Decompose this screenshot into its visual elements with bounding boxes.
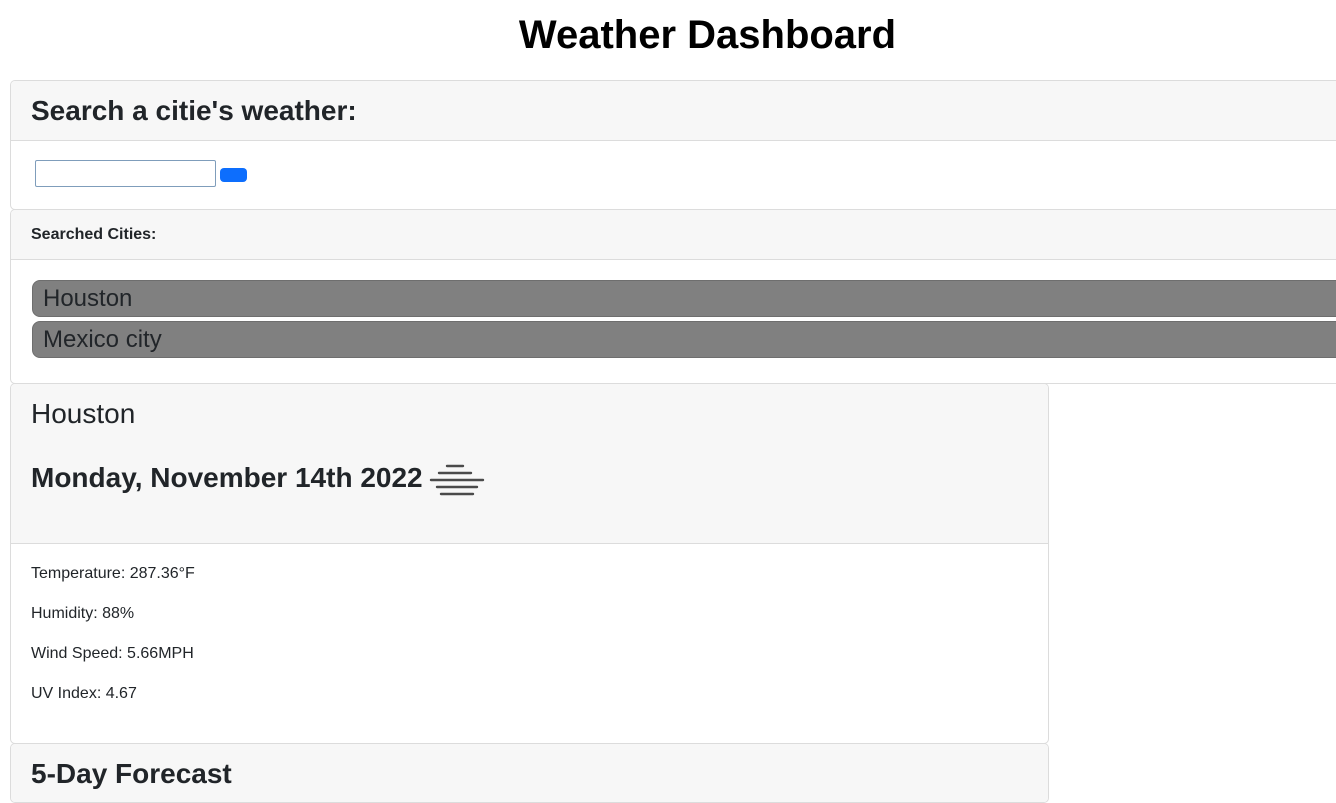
- current-weather-card: Houston Monday, November 14th 2022 Tempe…: [10, 383, 1049, 744]
- uv-index-text: UV Index: 4.67: [31, 685, 137, 702]
- search-history-title: Searched Cities:: [31, 226, 157, 243]
- current-date: Monday, November 14th 2022: [31, 462, 423, 493]
- current-weather-header: Houston Monday, November 14th 2022: [11, 384, 1048, 544]
- city-search-input[interactable]: [35, 160, 216, 187]
- current-city-name: Houston: [31, 398, 136, 429]
- search-history-list: Houston Mexico city: [32, 280, 1336, 362]
- search-card: Search a citie's weather:: [10, 80, 1336, 210]
- forecast-card: 5-Day Forecast: [10, 743, 1049, 803]
- mist-icon: [429, 464, 485, 496]
- search-history-header: Searched Cities:: [11, 210, 1336, 260]
- current-weather-stats: Temperature: 287.36°F Humidity: 88% Wind…: [31, 564, 195, 724]
- search-button[interactable]: [220, 168, 247, 182]
- search-history-card: Searched Cities: Houston Mexico city: [10, 209, 1336, 384]
- humidity-text: Humidity: 88%: [31, 605, 135, 622]
- page-title: Weather Dashboard: [518, 13, 897, 57]
- history-item-houston[interactable]: Houston: [32, 280, 1336, 317]
- search-title: Search a citie's weather:: [31, 95, 357, 126]
- forecast-title: 5-Day Forecast: [31, 758, 232, 789]
- temperature-text: Temperature: 287.36°F: [31, 565, 195, 582]
- search-card-header: Search a citie's weather:: [11, 81, 1336, 141]
- history-item-mexico-city[interactable]: Mexico city: [32, 321, 1336, 358]
- wind-speed-text: Wind Speed: 5.66MPH: [31, 645, 194, 662]
- forecast-header: 5-Day Forecast: [11, 744, 1048, 802]
